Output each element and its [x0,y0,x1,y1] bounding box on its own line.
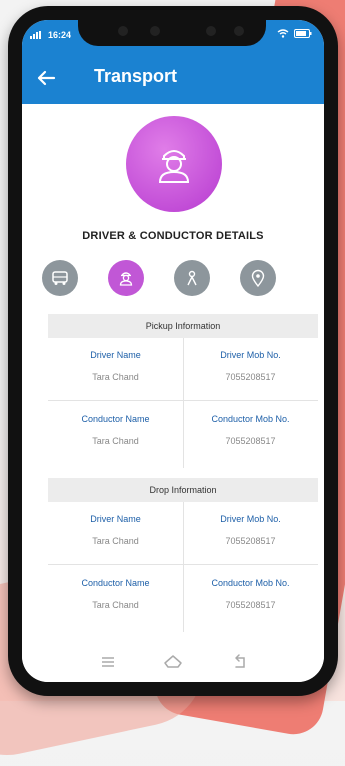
drop-conductor-mob: Conductor Mob No. 7055208517 [183,578,318,610]
divider [48,400,318,401]
driver-mob-value[interactable]: 7055208517 [183,536,318,546]
driver-mob-value[interactable]: 7055208517 [183,372,318,382]
drop-conductor-name: Conductor Name Tara Chand [48,578,183,610]
status-right [277,29,312,38]
pickup-info-card: Pickup Information Driver Name Tara Chan… [48,314,318,468]
pickup-driver-name: Driver Name Tara Chand [48,350,183,382]
back-button[interactable] [34,66,58,90]
menu-icon [102,657,114,667]
camera-notch [78,20,266,46]
app-bar: Transport [22,52,324,104]
conductor-name-value: Tara Chand [92,600,139,610]
status-time: 16:24 [48,30,72,40]
back-nav-button[interactable] [228,650,252,674]
status-left: 16:24 [30,30,71,40]
screen: 16:24 Transport DRIVER & CONDUCTOR DETAI… [22,20,324,682]
battery-icon [294,29,312,38]
back-arrow-icon [37,70,56,86]
home-icon [164,655,182,668]
tab-bus[interactable] [42,260,78,296]
camera-dot [150,26,160,36]
drop-driver-mob: Driver Mob No. 7055208517 [183,514,318,546]
driver-name-value: Tara Chand [92,536,139,546]
conductor-mob-label: Conductor Mob No. [211,578,290,588]
conductor-mob-value[interactable]: 7055208517 [183,436,318,446]
detail-tabs [40,260,306,298]
tab-route[interactable] [174,260,210,296]
conductor-mob-label: Conductor Mob No. [211,414,290,424]
tab-location[interactable] [240,260,276,296]
drop-driver-name: Driver Name Tara Chand [48,514,183,546]
driver-name-label: Driver Name [90,514,141,524]
signal-icon [30,31,41,39]
bus-icon [52,271,68,285]
pickup-conductor-mob: Conductor Mob No. 7055208517 [183,414,318,446]
conductor-mob-value[interactable]: 7055208517 [183,600,318,610]
driver-name-value: Tara Chand [92,372,139,382]
phone-frame: 16:24 Transport DRIVER & CONDUCTOR DETAI… [8,6,338,696]
tab-driver[interactable] [108,260,144,296]
conductor-name-label: Conductor Name [81,414,150,424]
camera-dot [206,26,216,36]
driver-icon [158,150,190,183]
driver-avatar [126,116,222,212]
pickup-conductor-name: Conductor Name Tara Chand [48,414,183,446]
drop-grid: Driver Name Tara Chand Driver Mob No. 70… [48,502,318,632]
page-title: Transport [94,66,178,86]
pickup-grid: Driver Name Tara Chand Driver Mob No. 70… [48,338,318,468]
camera-dot [118,26,128,36]
recent-apps-button[interactable] [96,650,120,674]
pickup-heading: Pickup Information [48,314,318,338]
driver-mob-label: Driver Mob No. [220,514,281,524]
drop-heading: Drop Information [48,478,318,502]
wifi-icon [277,29,289,38]
driver-name-label: Driver Name [90,350,141,360]
home-button[interactable] [161,650,185,674]
section-title: DRIVER & CONDUCTOR DETAILS [82,230,264,242]
conductor-name-label: Conductor Name [81,578,150,588]
conductor-name-value: Tara Chand [92,436,139,446]
location-pin-icon [251,269,265,288]
driver-mob-label: Driver Mob No. [220,350,281,360]
divider [48,564,318,565]
drop-info-card: Drop Information Driver Name Tara Chand … [48,478,318,632]
system-nav-bar [22,642,324,682]
back-nav-icon [235,654,245,668]
route-icon [187,270,197,286]
driver-icon [119,272,133,286]
pickup-driver-mob: Driver Mob No. 7055208517 [183,350,318,382]
camera-dot [234,26,244,36]
